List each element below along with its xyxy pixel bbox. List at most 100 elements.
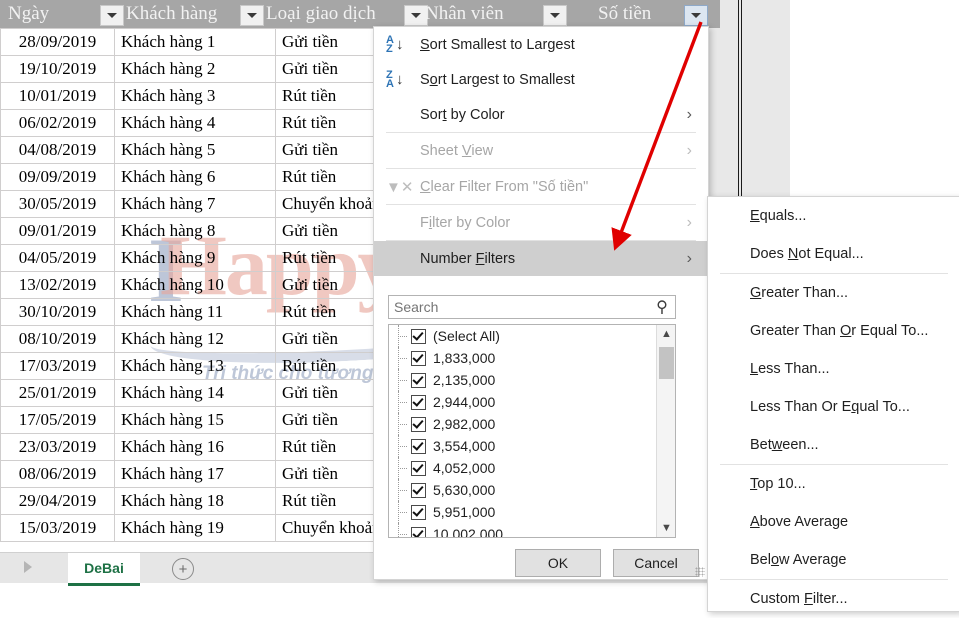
- table-cell-cust[interactable]: Khách hàng 8: [114, 217, 276, 245]
- table-cell-cust[interactable]: Khách hàng 12: [114, 325, 276, 353]
- resize-grip[interactable]: [695, 567, 705, 577]
- table-cell-cust[interactable]: Khách hàng 6: [114, 163, 276, 191]
- filter-list-item[interactable]: 10,002,000: [389, 523, 657, 537]
- table-cell-cust[interactable]: Khách hàng 18: [114, 487, 276, 515]
- filter-list-item[interactable]: (Select All): [389, 325, 657, 347]
- number-filter-item-0[interactable]: Equals...: [708, 197, 959, 235]
- table-cell-cust[interactable]: Khách hàng 1: [114, 28, 276, 56]
- table-cell-date[interactable]: 17/03/2019: [0, 352, 115, 380]
- tree-tick: [398, 358, 407, 360]
- dialog-button-row: OK Cancel: [374, 549, 708, 579]
- filter-list-item-label: 3,554,000: [433, 438, 496, 454]
- table-cell-date[interactable]: 06/02/2019: [0, 109, 115, 137]
- number-filter-item-13[interactable]: Custom Filter...: [708, 580, 959, 618]
- ok-button[interactable]: OK: [515, 549, 601, 577]
- chevron-right-icon: ›: [686, 213, 692, 231]
- chevron-down-icon: [247, 13, 257, 18]
- table-cell-date[interactable]: 08/10/2019: [0, 325, 115, 353]
- search-input[interactable]: [389, 295, 649, 319]
- table-cell-cust[interactable]: Khách hàng 9: [114, 244, 276, 272]
- table-cell-date[interactable]: 30/05/2019: [0, 190, 115, 218]
- filter-list-item[interactable]: 3,554,000: [389, 435, 657, 457]
- checkbox[interactable]: [411, 526, 426, 537]
- filter-list-item[interactable]: 2,944,000: [389, 391, 657, 413]
- scrollbar-thumb[interactable]: [659, 347, 674, 379]
- checkbox[interactable]: [411, 416, 426, 432]
- table-cell-cust[interactable]: Khách hàng 13: [114, 352, 276, 380]
- number-filter-item-6[interactable]: Less Than Or Equal To...: [708, 388, 959, 426]
- filter-list-item[interactable]: 1,833,000: [389, 347, 657, 369]
- table-cell-date[interactable]: 29/04/2019: [0, 487, 115, 515]
- number-filter-item-4[interactable]: Greater Than Or Equal To...: [708, 312, 959, 350]
- table-cell-date[interactable]: 10/01/2019: [0, 82, 115, 110]
- tree-tick: [398, 512, 407, 514]
- table-cell-date[interactable]: 08/06/2019: [0, 460, 115, 488]
- triangle-right-icon[interactable]: [24, 561, 32, 573]
- table-cell-date[interactable]: 13/02/2019: [0, 271, 115, 299]
- table-cell-cust[interactable]: Khách hàng 19: [114, 514, 276, 542]
- table-cell-cust[interactable]: Khách hàng 11: [114, 298, 276, 326]
- number-filter-item-3[interactable]: Greater Than...: [708, 274, 959, 312]
- filter-menu-item-1[interactable]: Z A ↓ Sort Largest to Smallest: [374, 62, 708, 97]
- filter-search-box[interactable]: ⚲: [388, 295, 676, 319]
- number-filter-item-10[interactable]: Above Average: [708, 503, 959, 541]
- table-cell-date[interactable]: 09/01/2019: [0, 217, 115, 245]
- table-cell-date[interactable]: 09/09/2019: [0, 163, 115, 191]
- table-cell-cust[interactable]: Khách hàng 17: [114, 460, 276, 488]
- filter-menu-item-2[interactable]: Sort by Color ›: [374, 97, 708, 132]
- filter-list-item[interactable]: 2,982,000: [389, 413, 657, 435]
- chevron-up-icon[interactable]: ▲: [657, 325, 675, 343]
- table-cell-cust[interactable]: Khách hàng 15: [114, 406, 276, 434]
- table-cell-date[interactable]: 04/08/2019: [0, 136, 115, 164]
- table-cell-cust[interactable]: Khách hàng 5: [114, 136, 276, 164]
- table-cell-date[interactable]: 15/03/2019: [0, 514, 115, 542]
- list-scrollbar[interactable]: ▲ ▼: [656, 325, 675, 537]
- table-cell-cust[interactable]: Khách hàng 3: [114, 82, 276, 110]
- table-cell-cust[interactable]: Khách hàng 14: [114, 379, 276, 407]
- filter-button-date[interactable]: [100, 5, 124, 26]
- checkbox[interactable]: [411, 350, 426, 366]
- sheet-tab-debai[interactable]: DeBai: [68, 553, 140, 586]
- filter-button-amount[interactable]: [684, 5, 708, 26]
- table-cell-cust[interactable]: Khách hàng 10: [114, 271, 276, 299]
- checkbox[interactable]: [411, 504, 426, 520]
- table-cell-date[interactable]: 28/09/2019: [0, 28, 115, 56]
- table-cell-date[interactable]: 23/03/2019: [0, 433, 115, 461]
- table-cell-date[interactable]: 30/10/2019: [0, 298, 115, 326]
- filter-button-customer[interactable]: [240, 5, 264, 26]
- filter-menu-item-4: ▼✕ Clear Filter From "Số tiền": [374, 169, 708, 204]
- chevron-down-icon[interactable]: ▼: [657, 519, 675, 537]
- checkbox[interactable]: [411, 438, 426, 454]
- table-cell-date[interactable]: 19/10/2019: [0, 55, 115, 83]
- number-filter-item-1[interactable]: Does Not Equal...: [708, 235, 959, 273]
- checkbox[interactable]: [411, 482, 426, 498]
- table-cell-cust[interactable]: Khách hàng 2: [114, 55, 276, 83]
- checkbox[interactable]: [411, 460, 426, 476]
- number-filter-item-11[interactable]: Below Average: [708, 541, 959, 579]
- filter-list-item[interactable]: 5,630,000: [389, 479, 657, 501]
- filter-list-item[interactable]: 4,052,000: [389, 457, 657, 479]
- table-cell-date[interactable]: 25/01/2019: [0, 379, 115, 407]
- filter-list-item[interactable]: 2,135,000: [389, 369, 657, 391]
- table-cell-cust[interactable]: Khách hàng 7: [114, 190, 276, 218]
- number-filter-item-7[interactable]: Between...: [708, 426, 959, 464]
- checkbox[interactable]: [411, 394, 426, 410]
- table-cell-date[interactable]: 17/05/2019: [0, 406, 115, 434]
- filter-value-list[interactable]: (Select All) 1,833,000 2,135,000 2,944,000 2…: [388, 324, 676, 538]
- number-filter-item-5[interactable]: Less Than...: [708, 350, 959, 388]
- filter-menu-item-0[interactable]: A Z ↓ Sort Smallest to Largest: [374, 27, 708, 62]
- number-filter-item-9[interactable]: Top 10...: [708, 465, 959, 503]
- table-cell-cust[interactable]: Khách hàng 4: [114, 109, 276, 137]
- checkbox[interactable]: [411, 372, 426, 388]
- add-sheet-button[interactable]: +: [172, 558, 194, 580]
- table-cell-date[interactable]: 04/05/2019: [0, 244, 115, 272]
- filter-list-item[interactable]: 5,951,000: [389, 501, 657, 523]
- filter-menu-item-6[interactable]: Number Filters ›: [374, 241, 708, 276]
- filter-button-staff[interactable]: [543, 5, 567, 26]
- table-cell-cust[interactable]: Khách hàng 16: [114, 433, 276, 461]
- filter-list-item-label: 5,951,000: [433, 504, 496, 520]
- number-filter-item-label: Greater Than...: [750, 285, 849, 301]
- cancel-button[interactable]: Cancel: [613, 549, 699, 577]
- checkbox[interactable]: [411, 328, 426, 344]
- tree-tick: [398, 402, 407, 404]
